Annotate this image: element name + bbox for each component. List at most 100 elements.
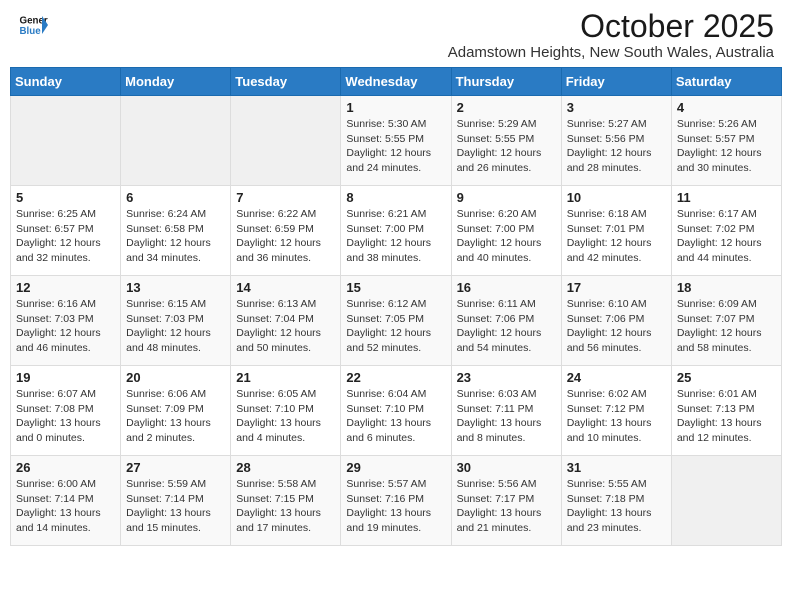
day-number: 7 [236,190,335,205]
calendar-cell: 25 Sunrise: 6:01 AM Sunset: 7:13 PM Dayli… [671,366,781,456]
day-info: Sunrise: 6:05 AM Sunset: 7:10 PM Dayligh… [236,387,335,446]
calendar-cell: 2 Sunrise: 5:29 AM Sunset: 5:55 PM Daylig… [451,96,561,186]
day-number: 16 [457,280,556,295]
location-title: Adamstown Heights, New South Wales, Aust… [448,44,774,61]
day-info: Sunrise: 6:03 AM Sunset: 7:11 PM Dayligh… [457,387,556,446]
day-number: 12 [16,280,115,295]
day-number: 18 [677,280,776,295]
weekday-thursday: Thursday [451,68,561,96]
day-number: 19 [16,370,115,385]
logo-icon: General Blue [18,10,48,40]
day-info: Sunrise: 6:18 AM Sunset: 7:01 PM Dayligh… [567,207,666,266]
title-block: October 2025 Adamstown Heights, New Sout… [448,10,774,61]
day-number: 26 [16,460,115,475]
logo: General Blue [18,10,48,40]
calendar-cell: 5 Sunrise: 6:25 AM Sunset: 6:57 PM Daylig… [11,186,121,276]
day-info: Sunrise: 5:30 AM Sunset: 5:55 PM Dayligh… [346,117,445,176]
day-number: 27 [126,460,225,475]
day-number: 20 [126,370,225,385]
day-number: 29 [346,460,445,475]
day-info: Sunrise: 6:20 AM Sunset: 7:00 PM Dayligh… [457,207,556,266]
calendar-cell: 11Sunrise: 6:17 AM Sunset: 7:02 PM Dayli… [671,186,781,276]
day-number: 28 [236,460,335,475]
weekday-tuesday: Tuesday [231,68,341,96]
day-info: Sunrise: 5:59 AM Sunset: 7:14 PM Dayligh… [126,477,225,536]
calendar-cell: 7Sunrise: 6:22 AM Sunset: 6:59 PM Daylig… [231,186,341,276]
calendar-cell: 14Sunrise: 6:13 AM Sunset: 7:04 PM Dayli… [231,276,341,366]
day-info: Sunrise: 6:09 AM Sunset: 7:07 PM Dayligh… [677,297,776,356]
week-row-3: 12Sunrise: 6:16 AM Sunset: 7:03 PM Dayli… [11,276,782,366]
calendar-cell: 24Sunrise: 6:02 AM Sunset: 7:12 PM Dayli… [561,366,671,456]
weekday-monday: Monday [121,68,231,96]
day-info: Sunrise: 6:00 AM Sunset: 7:14 PM Dayligh… [16,477,115,536]
day-number: 2 [457,100,556,115]
day-number: 23 [457,370,556,385]
day-number: 22 [346,370,445,385]
calendar-cell: 9 Sunrise: 6:20 AM Sunset: 7:00 PM Daylig… [451,186,561,276]
day-info: Sunrise: 6:15 AM Sunset: 7:03 PM Dayligh… [126,297,225,356]
calendar-cell: 22 Sunrise: 6:04 AM Sunset: 7:10 PM Dayli… [341,366,451,456]
svg-text:Blue: Blue [20,26,42,37]
weekday-wednesday: Wednesday [341,68,451,96]
day-number: 21 [236,370,335,385]
week-row-5: 26 Sunrise: 6:00 AM Sunset: 7:14 PM Dayli… [11,456,782,546]
day-number: 4 [677,100,776,115]
day-info: Sunrise: 6:02 AM Sunset: 7:12 PM Dayligh… [567,387,666,446]
weekday-header-row: SundayMondayTuesdayWednesdayThursdayFrid… [11,68,782,96]
day-number: 30 [457,460,556,475]
calendar-cell: 3 Sunrise: 5:27 AM Sunset: 5:56 PM Daylig… [561,96,671,186]
day-info: Sunrise: 5:27 AM Sunset: 5:56 PM Dayligh… [567,117,666,176]
calendar-cell: 12Sunrise: 6:16 AM Sunset: 7:03 PM Dayli… [11,276,121,366]
day-number: 5 [16,190,115,205]
week-row-2: 5 Sunrise: 6:25 AM Sunset: 6:57 PM Daylig… [11,186,782,276]
day-number: 9 [457,190,556,205]
weekday-friday: Friday [561,68,671,96]
calendar-table: SundayMondayTuesdayWednesdayThursdayFrid… [10,67,782,546]
day-info: Sunrise: 5:29 AM Sunset: 5:55 PM Dayligh… [457,117,556,176]
calendar-cell: 26 Sunrise: 6:00 AM Sunset: 7:14 PM Dayli… [11,456,121,546]
calendar-cell: 31 Sunrise: 5:55 AM Sunset: 7:18 PM Dayli… [561,456,671,546]
calendar-cell: 1Sunrise: 5:30 AM Sunset: 5:55 PM Daylig… [341,96,451,186]
calendar-cell: 15Sunrise: 6:12 AM Sunset: 7:05 PM Dayli… [341,276,451,366]
day-info: Sunrise: 6:17 AM Sunset: 7:02 PM Dayligh… [677,207,776,266]
day-info: Sunrise: 6:11 AM Sunset: 7:06 PM Dayligh… [457,297,556,356]
calendar-cell [231,96,341,186]
day-number: 15 [346,280,445,295]
calendar-body: 1Sunrise: 5:30 AM Sunset: 5:55 PM Daylig… [11,96,782,546]
day-info: Sunrise: 6:25 AM Sunset: 6:57 PM Dayligh… [16,207,115,266]
week-row-4: 19 Sunrise: 6:07 AM Sunset: 7:08 PM Dayli… [11,366,782,456]
day-info: Sunrise: 6:13 AM Sunset: 7:04 PM Dayligh… [236,297,335,356]
calendar-cell [11,96,121,186]
calendar-cell: 10Sunrise: 6:18 AM Sunset: 7:01 PM Dayli… [561,186,671,276]
day-info: Sunrise: 6:01 AM Sunset: 7:13 PM Dayligh… [677,387,776,446]
month-title: October 2025 [448,10,774,42]
calendar-cell: 28 Sunrise: 5:58 AM Sunset: 7:15 PM Dayli… [231,456,341,546]
day-info: Sunrise: 5:55 AM Sunset: 7:18 PM Dayligh… [567,477,666,536]
day-number: 13 [126,280,225,295]
calendar-cell: 21 Sunrise: 6:05 AM Sunset: 7:10 PM Dayli… [231,366,341,456]
calendar-cell: 27 Sunrise: 5:59 AM Sunset: 7:14 PM Dayli… [121,456,231,546]
calendar-cell: 29 Sunrise: 5:57 AM Sunset: 7:16 PM Dayli… [341,456,451,546]
calendar-cell: 8Sunrise: 6:21 AM Sunset: 7:00 PM Daylig… [341,186,451,276]
day-info: Sunrise: 6:24 AM Sunset: 6:58 PM Dayligh… [126,207,225,266]
day-info: Sunrise: 6:10 AM Sunset: 7:06 PM Dayligh… [567,297,666,356]
day-info: Sunrise: 5:26 AM Sunset: 5:57 PM Dayligh… [677,117,776,176]
day-number: 3 [567,100,666,115]
day-number: 17 [567,280,666,295]
day-info: Sunrise: 5:57 AM Sunset: 7:16 PM Dayligh… [346,477,445,536]
calendar-cell: 18 Sunrise: 6:09 AM Sunset: 7:07 PM Dayli… [671,276,781,366]
day-number: 25 [677,370,776,385]
day-info: Sunrise: 5:58 AM Sunset: 7:15 PM Dayligh… [236,477,335,536]
day-info: Sunrise: 6:04 AM Sunset: 7:10 PM Dayligh… [346,387,445,446]
day-info: Sunrise: 6:06 AM Sunset: 7:09 PM Dayligh… [126,387,225,446]
calendar-cell: 20 Sunrise: 6:06 AM Sunset: 7:09 PM Dayli… [121,366,231,456]
day-info: Sunrise: 6:07 AM Sunset: 7:08 PM Dayligh… [16,387,115,446]
week-row-1: 1Sunrise: 5:30 AM Sunset: 5:55 PM Daylig… [11,96,782,186]
day-info: Sunrise: 5:56 AM Sunset: 7:17 PM Dayligh… [457,477,556,536]
calendar-cell: 6Sunrise: 6:24 AM Sunset: 6:58 PM Daylig… [121,186,231,276]
calendar-cell [121,96,231,186]
calendar-cell: 16 Sunrise: 6:11 AM Sunset: 7:06 PM Dayli… [451,276,561,366]
day-number: 31 [567,460,666,475]
calendar-cell: 30 Sunrise: 5:56 AM Sunset: 7:17 PM Dayli… [451,456,561,546]
calendar-cell: 13 Sunrise: 6:15 AM Sunset: 7:03 PM Dayli… [121,276,231,366]
